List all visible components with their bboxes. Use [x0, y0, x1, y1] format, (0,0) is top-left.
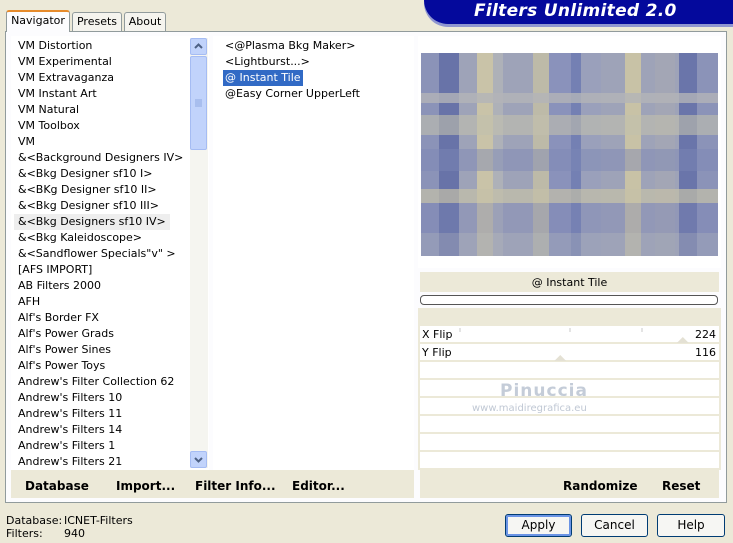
category-item[interactable]: &<Sandflower Specials"v" >: [18, 246, 176, 262]
app-title: Filters Unlimited 2.0: [474, 1, 677, 21]
category-item[interactable]: AB Filters 2000: [18, 278, 101, 294]
filter-list[interactable]: <@Plasma Bkg Maker> <Lightburst...> @ Inst…: [213, 36, 414, 470]
category-item[interactable]: Alf's Border FX: [18, 310, 99, 326]
filter-preview-image: [421, 53, 718, 256]
import-button[interactable]: Import...: [116, 479, 175, 493]
randomize-button[interactable]: Randomize: [563, 479, 637, 493]
category-item[interactable]: &<Bkg Designer sf10 I>: [18, 166, 153, 182]
watermark-url: www.maidiregrafica.eu: [472, 403, 587, 414]
category-item[interactable]: &<Bkg Kaleidoscope>: [18, 230, 142, 246]
category-item[interactable]: VM Distortion: [18, 38, 92, 54]
category-item[interactable]: VM Experimental: [18, 54, 112, 70]
editor-button[interactable]: Editor...: [292, 479, 345, 493]
filter-info-button[interactable]: Filter Info...: [195, 479, 276, 493]
tab-navigator[interactable]: Navigator: [6, 10, 70, 32]
grip-icon: [195, 99, 202, 107]
scroll-down-button[interactable]: [190, 451, 207, 468]
x-flip-label: X Flip: [422, 328, 453, 341]
y-flip-label: Y Flip: [422, 346, 452, 359]
apply-button[interactable]: Apply: [505, 514, 572, 537]
tab-label: Presets: [76, 15, 118, 28]
category-item[interactable]: &<BKg Designer sf10 II>: [18, 182, 157, 198]
filters-count-label: Filters:: [6, 527, 43, 540]
x-flip-value: 224: [695, 328, 716, 341]
progress-bar: [420, 295, 718, 305]
chevron-down-icon: [194, 457, 203, 463]
filter-item[interactable]: @Easy Corner UpperLeft: [223, 86, 362, 102]
watermark-name: Pinuccia: [500, 381, 588, 401]
param-row-empty: [420, 416, 719, 433]
reset-button[interactable]: Reset: [662, 479, 700, 493]
category-scrollbar[interactable]: [190, 38, 208, 468]
category-item[interactable]: Andrew's Filters 14: [18, 422, 122, 438]
category-item[interactable]: &<Background Designers IV>: [18, 150, 183, 166]
category-item[interactable]: &<Bkg Designer sf10 III>: [18, 198, 159, 214]
category-item[interactable]: VM Toolbox: [18, 118, 80, 134]
category-item[interactable]: Alf's Power Grads: [18, 326, 114, 342]
database-label: Database:: [6, 514, 63, 527]
category-item[interactable]: Andrew's Filter Collection 62: [18, 374, 174, 390]
category-item[interactable]: &<Bkg Designers sf10 IV>: [14, 214, 170, 230]
tab-about[interactable]: About: [124, 12, 166, 31]
filter-item[interactable]: <@Plasma Bkg Maker>: [223, 38, 357, 54]
category-item[interactable]: VM: [18, 134, 35, 150]
scroll-thumb[interactable]: [190, 56, 207, 150]
category-item[interactable]: AFH: [18, 294, 40, 310]
tab-label: Navigator: [11, 14, 65, 27]
param-row-empty: [420, 452, 719, 469]
category-item[interactable]: Alf's Power Sines: [18, 342, 111, 358]
param-row-empty: [420, 434, 719, 451]
tab-label: About: [128, 15, 162, 28]
slider-track[interactable]: [420, 326, 719, 362]
tab-presets[interactable]: Presets: [72, 12, 122, 31]
category-item[interactable]: Andrew's Filters 11: [18, 406, 122, 422]
chevron-up-icon: [194, 43, 203, 49]
x-flip-slider-thumb: [676, 337, 689, 343]
category-item[interactable]: Andrew's Filters 1: [18, 438, 115, 454]
category-item[interactable]: [AFS IMPORT]: [18, 262, 92, 278]
filter-item[interactable]: @ Instant Tile: [223, 70, 303, 86]
help-button[interactable]: Help: [657, 514, 725, 537]
cancel-button[interactable]: Cancel: [581, 514, 648, 537]
category-item[interactable]: VM Instant Art: [18, 86, 97, 102]
scroll-up-button[interactable]: [190, 38, 207, 55]
category-item[interactable]: Alf's Power Toys: [18, 358, 105, 374]
category-item[interactable]: VM Natural: [18, 102, 79, 118]
filters-count-value: 940: [64, 527, 85, 540]
category-item[interactable]: Andrew's Filters 21: [18, 454, 122, 470]
category-item[interactable]: Andrew's Filters 10: [18, 390, 122, 406]
database-value: ICNET-Filters: [64, 514, 133, 527]
category-list[interactable]: VM Distortion VM Experimental VM Extravaga…: [11, 36, 209, 470]
param-row-empty: [420, 362, 719, 379]
filter-name: @ Instant Tile: [531, 276, 608, 289]
database-button[interactable]: Database: [25, 479, 89, 493]
y-flip-slider-thumb: [554, 355, 567, 361]
category-item[interactable]: VM Extravaganza: [18, 70, 114, 86]
filter-item[interactable]: <Lightburst...>: [223, 54, 312, 70]
y-flip-value: 116: [695, 346, 716, 359]
